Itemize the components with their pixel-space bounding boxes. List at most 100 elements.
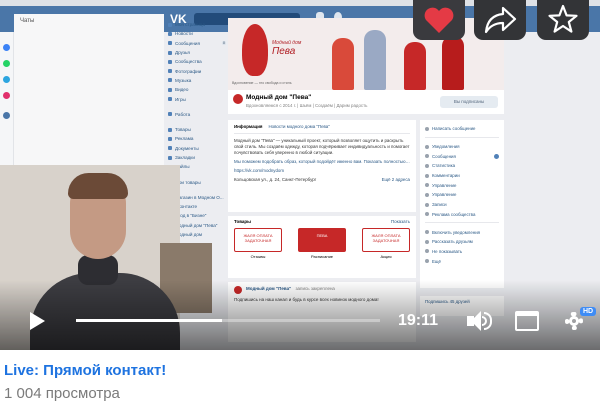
vk-menu-item: Реклама: [168, 134, 226, 143]
product-banner: ПЕВА: [298, 228, 346, 252]
post-icon: [425, 202, 429, 207]
products-block: Товары Показать ЖАЛЯ ОПЛАТА ЗАДАТОЧНАЯ О…: [228, 216, 416, 278]
group-actions-menu: Написать сообщение Уведомления Сообщения…: [420, 120, 504, 288]
brand-logo-icon: [242, 24, 268, 76]
group-name: Модный дом "Пева": [246, 94, 312, 101]
vk-menu-item: Документы: [168, 144, 226, 153]
menu-icon: [168, 127, 172, 132]
model-figure: [442, 36, 464, 90]
action-label: Включить уведомления: [432, 229, 481, 235]
vk-menu-label: Фотографии: [175, 68, 202, 74]
product-card: ПЕВА Расписание: [298, 228, 346, 262]
menu-icon: [168, 87, 172, 92]
menu-icon: [168, 22, 172, 27]
action-item: Сообщения: [425, 151, 499, 161]
action-item: Управление: [425, 180, 499, 190]
star-icon: [548, 4, 578, 33]
action-item: Включить уведомления: [425, 227, 499, 237]
action-item: Записи: [425, 200, 499, 210]
bell-icon: [425, 230, 429, 235]
vk-menu-label: Сообщения: [175, 40, 200, 46]
menu-icon: [168, 31, 172, 36]
action-label: Не показывать: [432, 248, 463, 254]
product-caption: Расписание: [310, 254, 334, 259]
action-label: Записи: [432, 202, 447, 208]
notification-badge: [494, 153, 499, 159]
action-label: Управление: [432, 192, 457, 198]
volume-icon[interactable]: [467, 311, 493, 331]
vk-menu-item: Сообщения 8: [168, 39, 226, 48]
vk-menu-item: Игры: [168, 94, 226, 103]
vk-menu-item: Фотографии: [168, 66, 226, 75]
messenger-icon: [3, 44, 10, 51]
menu-icon: [168, 112, 172, 117]
share-button[interactable]: [474, 0, 526, 40]
controls-gradient: [0, 280, 600, 350]
vk-menu-label: Модный дом "Пева": [175, 222, 218, 228]
progress-fill: [76, 319, 222, 322]
vk-menu-label: Новости: [175, 31, 193, 37]
video-frame[interactable]: VK Чаты Моя страница Новости Сообщения 8 …: [0, 0, 600, 350]
action-label: Сообщения: [432, 153, 456, 159]
vk-menu-item: Музыка: [168, 76, 226, 85]
action-item: Рассказать друзьям: [425, 237, 499, 247]
progress-bar[interactable]: [76, 319, 380, 322]
group-info-block: Информация Новости модного дома "Пева" М…: [228, 120, 416, 212]
vk-menu-item: Моя страница: [168, 20, 226, 29]
view-count: 1 004 просмотра: [4, 385, 120, 402]
action-label: Реклама сообщества: [432, 211, 476, 217]
tab-info: Информация: [234, 124, 263, 129]
action-item: Уведомления: [425, 142, 499, 152]
vk-menu-label: Видео: [175, 87, 189, 93]
cover-title-big: Пева: [272, 46, 296, 57]
vk-menu-item: Работа: [168, 110, 226, 119]
vk-menu-item: Сообщества: [168, 57, 226, 66]
vk-menu-label: Документы: [175, 145, 199, 151]
favorite-button[interactable]: [537, 0, 589, 40]
action-item: Управление: [425, 190, 499, 200]
video-title[interactable]: Live: Прямой контакт!: [4, 362, 166, 379]
action-item: Статистика: [425, 161, 499, 171]
vk-menu-label: Работа: [175, 111, 191, 117]
comment-icon: [425, 173, 429, 178]
product-caption: Отзывы: [250, 254, 266, 259]
video-player-page: VK Чаты Моя страница Новости Сообщения 8 …: [0, 0, 600, 408]
instagram-icon: [3, 92, 10, 99]
action-label: Управление: [432, 182, 457, 188]
like-button[interactable]: [413, 0, 465, 40]
hide-icon: [425, 249, 429, 254]
action-label: Написать сообщение: [432, 126, 476, 132]
product-card: ЖАЛЯ ОПЛАТА ЗАДАТОЧНАЯ Акция: [362, 228, 410, 262]
vk-menu-label: Музыка: [175, 77, 192, 83]
action-item: Комментарии: [425, 171, 499, 181]
vk-menu-count: 8: [222, 41, 226, 46]
subscribed-button: Вы подписаны: [440, 96, 498, 108]
action-label: Комментарии: [432, 173, 460, 179]
group-avatar: [233, 94, 243, 104]
product-card: ЖАЛЯ ОПЛАТА ЗАДАТОЧНАЯ Отзывы: [234, 228, 282, 262]
heart-icon: [424, 7, 454, 33]
info-more-addresses: Ещё 2 адреса: [381, 177, 410, 182]
vk-menu-label: Моя страница: [175, 22, 205, 28]
play-icon[interactable]: [30, 312, 45, 330]
telegram-icon: [3, 76, 10, 83]
more-icon: [425, 259, 429, 264]
tab-news: Новости модного дома "Пева": [268, 124, 330, 129]
menu-icon: [168, 136, 172, 141]
product-caption: Акция: [380, 254, 392, 259]
menu-icon: [168, 146, 172, 151]
info-description-more: Мы поможем подобрать образ, который подо…: [234, 159, 410, 164]
cover-title: Модный дом Пева: [272, 40, 301, 57]
menu-icon: [168, 59, 172, 64]
action-label: Ещё: [432, 258, 441, 264]
chat-panel-title: Чаты: [20, 18, 35, 24]
vk-menu-label: Реклама: [175, 136, 194, 142]
action-item: Написать сообщение: [425, 124, 499, 134]
vk-menu-label: Сообщества: [175, 59, 202, 65]
vk-menu-item: Видео: [168, 85, 226, 94]
fullscreen-icon[interactable]: [515, 311, 539, 331]
product-banner: ЖАЛЯ ОПЛАТА ЗАДАТОЧНАЯ: [234, 228, 282, 252]
share-icon: [484, 6, 517, 34]
products-title: Товары: [234, 219, 252, 224]
vk-menu-label: Закладки: [175, 155, 195, 160]
